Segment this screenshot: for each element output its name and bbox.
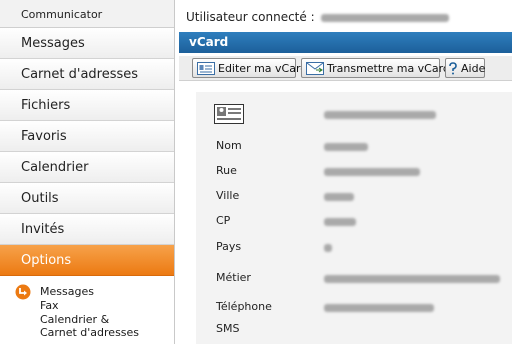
- submenu-label: Messages: [40, 285, 94, 298]
- sidebar-item-files[interactable]: Fichiers: [0, 90, 174, 121]
- vcard-send-icon: [306, 62, 324, 75]
- field-label-city: Ville: [216, 189, 240, 202]
- field-label-profession: Métier: [216, 271, 251, 284]
- redacted-city-value: [324, 193, 354, 201]
- field-label-street: Rue: [216, 164, 237, 177]
- sidebar-header[interactable]: Communicator: [0, 0, 174, 28]
- field-label-country: Pays: [216, 240, 242, 253]
- sidebar-item-favorites[interactable]: Favoris: [0, 121, 174, 152]
- field-label-name: Nom: [216, 139, 242, 152]
- vcard-icon: [214, 104, 244, 124]
- field-label-phone: Téléphone: [216, 300, 272, 313]
- submenu-label: Carnet d'adresses: [40, 326, 140, 339]
- sidebar-item-messages[interactable]: Messages: [0, 28, 174, 59]
- sidebar-item-tools[interactable]: Outils: [0, 183, 174, 214]
- redacted-postcode-value: [324, 218, 356, 226]
- field-label-sms: SMS: [216, 322, 240, 335]
- sidebar-item-calendar[interactable]: Calendrier: [0, 152, 174, 183]
- vcard-panel: Nom Rue Ville CP Pays Métier Téléphone S…: [196, 92, 512, 344]
- help-label: Aide: [461, 62, 486, 75]
- vcard-edit-icon: [197, 62, 215, 75]
- sidebar: Communicator Messages Carnet d'adresses …: [0, 0, 175, 344]
- main-content: Utilisateur connecté : vCard Editer ma v…: [176, 0, 512, 344]
- submenu-item-calendar-address-book[interactable]: Calendrier & Carnet d'adresses: [0, 313, 174, 341]
- redacted-name-value: [324, 143, 368, 151]
- redacted-full-name: [324, 111, 436, 119]
- redacted-profession-value: [324, 275, 500, 283]
- vcard-toolbar: Editer ma vCard Transmettre ma vCard Aid…: [179, 56, 512, 81]
- sidebar-item-options[interactable]: Options: [0, 245, 174, 276]
- help-icon: [449, 62, 457, 75]
- submenu-label: Calendrier &: [40, 313, 110, 326]
- edit-vcard-button[interactable]: Editer ma vCard: [192, 58, 307, 78]
- help-button[interactable]: Aide: [445, 58, 485, 78]
- submenu-item-fax[interactable]: Fax: [0, 299, 174, 313]
- submenu-item-messages[interactable]: Messages: [0, 284, 174, 300]
- sidebar-item-address-book[interactable]: Carnet d'adresses: [0, 59, 174, 90]
- vcard-title-bar: vCard: [179, 32, 512, 53]
- redacted-street-value: [324, 168, 420, 176]
- send-vcard-label: Transmettre ma vCard: [327, 62, 450, 75]
- redacted-user-email: [320, 13, 449, 22]
- field-label-postcode: CP: [216, 214, 231, 227]
- sidebar-item-guests[interactable]: Invités: [0, 214, 174, 245]
- redacted-country-value: [324, 244, 332, 252]
- arrow-circle-icon: [15, 284, 31, 300]
- connected-user-label: Utilisateur connecté :: [186, 10, 315, 24]
- edit-vcard-label: Editer ma vCard: [218, 62, 308, 75]
- redacted-phone-value: [324, 304, 434, 312]
- connected-user: Utilisateur connecté :: [186, 10, 449, 24]
- send-vcard-button[interactable]: Transmettre ma vCard: [301, 58, 450, 78]
